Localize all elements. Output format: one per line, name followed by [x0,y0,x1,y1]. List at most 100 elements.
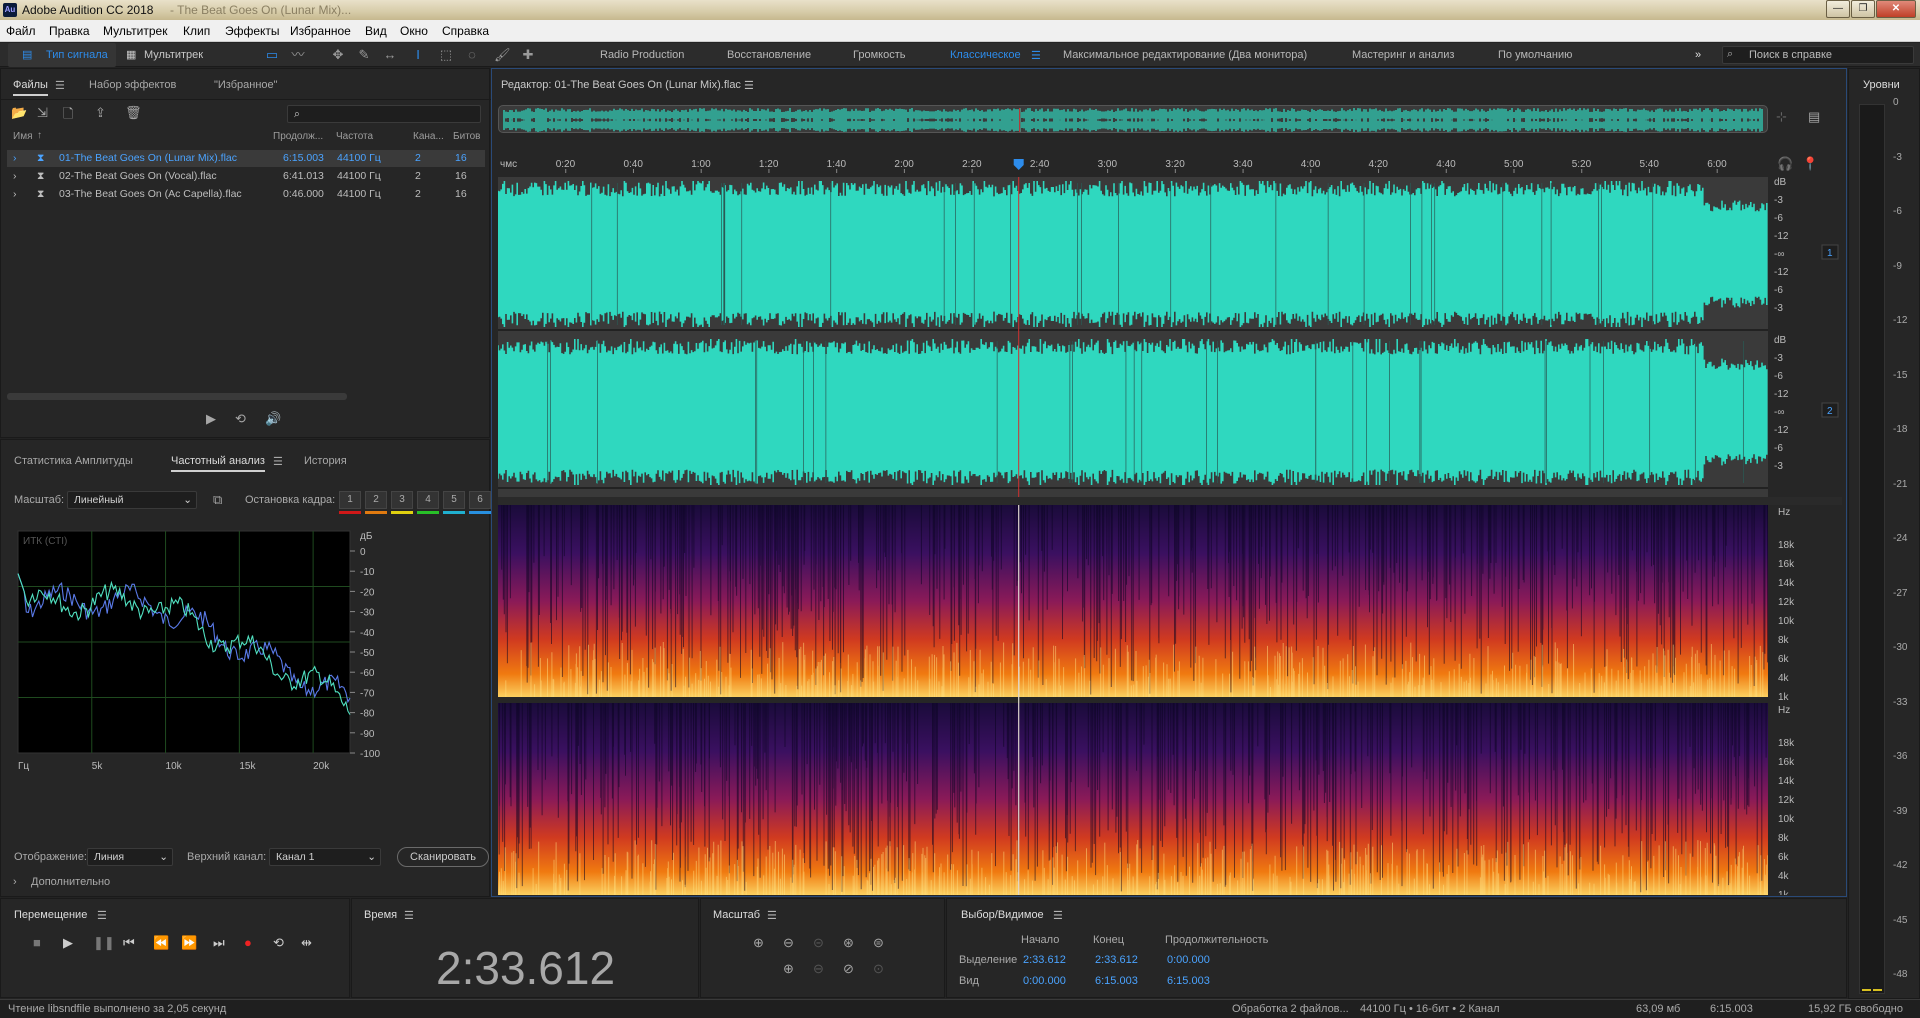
column-name[interactable]: Имя [13,131,32,142]
help-search-input[interactable]: Поиск в справке [1749,49,1832,61]
tab-files[interactable]: Файлы [13,79,48,96]
editor-menu-icon[interactable]: ☰ [744,79,754,92]
view-start-field[interactable]: 0:00.000 [1023,975,1066,987]
stop-icon[interactable]: ■ [33,935,41,950]
spectral-display-icon[interactable]: 〰 [290,47,306,63]
zoom-in-amplitude-icon[interactable]: ⊕ [753,935,764,951]
menu-clip[interactable]: Клип [183,24,210,38]
view-duration-field[interactable]: 6:15.003 [1167,975,1210,987]
import-file-icon[interactable]: ⇲ [37,105,48,121]
workspace-loudness[interactable]: Громкость [853,49,905,61]
display-options-icon[interactable]: ▤ [1808,109,1820,125]
workspace-default[interactable]: По умолчанию [1498,49,1572,61]
scale-select[interactable]: Линейный ⌄ [67,491,197,509]
fast-forward-icon[interactable]: ⏩ [181,935,197,951]
razor-tool-icon[interactable]: ✎ [356,47,372,63]
expand-advanced-icon[interactable]: › [13,876,17,888]
menu-multitrack[interactable]: Мультитрек [103,24,167,38]
play-icon[interactable]: ▶ [63,935,73,951]
rewind-icon[interactable]: ⏪ [153,935,169,951]
tab-history[interactable]: История [304,455,347,467]
workspace-max-editing[interactable]: Максимальное редактирование (Два монитор… [1063,49,1307,61]
time-menu-icon[interactable]: ☰ [404,909,414,922]
file-row[interactable]: › ⧗ 03-The Beat Goes On (Ac Capella).fla… [7,186,485,203]
zoom-out-full-icon[interactable]: ⊝ [813,935,824,951]
autoplay-icon[interactable]: 🔊 [265,411,281,427]
maximize-button[interactable]: ❐ [1851,0,1875,18]
column-channels[interactable]: Кана... [413,131,444,142]
transport-menu-icon[interactable]: ☰ [97,909,107,922]
expand-arrow-icon[interactable]: › [13,152,17,164]
selection-start-field[interactable]: 2:33.612 [1023,954,1066,966]
overview-navigator[interactable] [498,105,1768,133]
more-workspaces-icon[interactable]: » [1695,49,1701,61]
selection-menu-icon[interactable]: ☰ [1053,909,1063,922]
lasso-tool-icon[interactable]: ◌ [464,47,480,63]
time-ruler[interactable]: чмс 0:20 0:40 1:00 1:20 1:40 2:00 2:20 2:40 3:00 3… [498,155,1768,173]
view-end-field[interactable]: 6:15.003 [1095,975,1138,987]
delete-file-icon[interactable]: 🗑 [125,105,142,121]
workspace-mastering[interactable]: Мастеринг и анализ [1352,49,1454,61]
open-file-icon[interactable]: 📂 [11,105,27,121]
channel-select[interactable]: Канал 1 ⌄ [269,848,381,866]
zoom-out-amplitude-icon[interactable]: ⊖ [783,935,794,951]
close-button[interactable]: ✕ [1876,0,1916,18]
horizontal-scrollbar[interactable] [7,393,347,400]
move-tool-icon[interactable]: ✥ [330,47,346,63]
go-to-start-icon[interactable]: ⏮ [123,935,135,951]
slip-tool-icon[interactable]: ↔ [382,47,398,63]
menu-view[interactable]: Вид [365,24,387,38]
display-select[interactable]: Линия ⌄ [87,848,173,866]
zoom-menu-icon[interactable]: ☰ [767,909,777,922]
spectral-display[interactable] [498,505,1768,895]
record-icon[interactable]: ● [244,935,252,950]
insert-multitrack-icon[interactable]: ⇪ [95,105,106,121]
menu-favorites[interactable]: Избранное [290,24,351,38]
expand-arrow-icon[interactable]: › [13,188,17,200]
marquee-tool-icon[interactable]: ⬚ [438,47,454,63]
skip-selection-icon[interactable]: ⇹ [301,935,312,951]
play-preview-icon[interactable]: ▶ [206,411,216,427]
time-selection-tool-icon[interactable]: I [410,47,426,63]
waveform-display-icon[interactable]: ▭ [264,47,280,63]
zoom-in-frequency-icon[interactable]: ⊕ [783,961,794,977]
workspace-radio-production[interactable]: Radio Production [600,49,684,61]
pin-icon[interactable]: 📍 [1802,156,1818,172]
tab-amplitude-statistics[interactable]: Статистика Амплитуды [14,455,133,467]
menu-edit[interactable]: Правка [49,24,90,38]
zoom-reset-icon[interactable]: ⊘ [843,961,854,977]
tab-frequency-analysis[interactable]: Частотный анализ [171,455,265,472]
expand-arrow-icon[interactable]: › [13,170,17,182]
file-row[interactable]: › ⧗ 01-The Beat Goes On (Lunar Mix).flac… [7,150,485,167]
help-search-box[interactable]: ⌕ Поиск в справке [1722,46,1914,64]
waveform-spectral-divider[interactable] [498,497,1842,505]
column-rate[interactable]: Частота [336,131,373,142]
scan-button[interactable]: Сканировать [397,847,489,867]
playhead-marker-icon[interactable] [1013,159,1024,170]
menu-file[interactable]: Файл [6,24,36,38]
minimize-button[interactable]: — [1826,0,1850,18]
file-row[interactable]: › ⧗ 02-The Beat Goes On (Vocal).flac 6:4… [7,168,485,185]
loop-playback-icon[interactable]: ⟲ [273,935,284,951]
workspace-classic-menu-icon[interactable]: ☰ [1031,49,1041,62]
column-bits[interactable]: Битов [453,131,481,142]
advanced-label[interactable]: Дополнительно [31,876,110,888]
menu-effects[interactable]: Эффекты [225,24,280,38]
zoom-in-time-icon[interactable]: ⊛ [843,935,854,951]
zoom-navigator-icon[interactable]: ⊹ [1776,109,1787,125]
loop-preview-icon[interactable]: ⟲ [235,411,246,427]
workspace-classic[interactable]: Классическое [950,49,1021,61]
multitrack-view-button[interactable]: Мультитрек [144,43,203,67]
brush-tool-icon[interactable]: 🖌 [494,47,511,63]
selection-duration-field[interactable]: 0:00.000 [1167,954,1210,966]
frequency-panel-menu-icon[interactable]: ☰ [273,455,283,468]
waveform-display[interactable] [498,177,1768,497]
copy-graph-icon[interactable]: ⧉ [213,492,222,508]
freeze-button-1[interactable]: 1 [339,491,361,509]
freeze-button-6[interactable]: 6 [469,491,491,509]
menu-window[interactable]: Окно [400,24,428,38]
zoom-out-frequency-icon[interactable]: ⊖ [813,961,824,977]
new-file-icon[interactable]: 🗋 [63,105,73,127]
headphones-icon[interactable]: 🎧 [1777,156,1793,172]
freeze-button-3[interactable]: 3 [391,491,413,509]
